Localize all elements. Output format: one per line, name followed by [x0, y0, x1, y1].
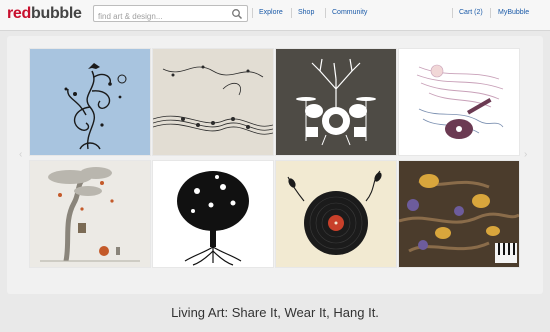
- logo-bubble-text: bubble: [31, 5, 82, 22]
- artwork-tile[interactable]: [153, 161, 273, 267]
- search-input[interactable]: [94, 9, 228, 24]
- music-instrument-tree-artwork: [153, 161, 273, 267]
- artwork-tile[interactable]: [153, 49, 273, 155]
- nav-divider: [325, 8, 326, 18]
- top-header: redbubble Explore Shop Community Cart (2…: [0, 0, 550, 31]
- drum-kit-tree-artwork: [276, 49, 396, 155]
- artwork-tile[interactable]: [399, 49, 519, 155]
- search-box: [93, 5, 248, 24]
- vinyl-record-vine-artwork: [276, 161, 396, 267]
- whimsical-tree-house-artwork: [30, 161, 150, 267]
- nav-divider: [291, 8, 292, 18]
- artwork-tile[interactable]: [30, 49, 150, 155]
- artwork-tile[interactable]: [276, 49, 396, 155]
- nav-divider: [452, 8, 453, 18]
- logo-red-text: red: [7, 5, 31, 22]
- artwork-tile[interactable]: [30, 161, 150, 267]
- site-tagline: Living Art: Share It, Wear It, Hang It.: [171, 305, 379, 320]
- guitars-forest-roots-artwork: [399, 161, 519, 267]
- gallery-next-arrow[interactable]: ›: [524, 149, 527, 160]
- nav-community-link[interactable]: Community: [332, 9, 367, 16]
- nav-shop-link[interactable]: Shop: [298, 9, 314, 16]
- vine-tree-with-bird-artwork: [30, 49, 150, 155]
- redbubble-logo[interactable]: redbubble: [7, 5, 82, 23]
- nav-divider: [490, 8, 491, 18]
- featured-gallery: ‹ ›: [7, 36, 543, 294]
- search-icon[interactable]: [231, 8, 243, 20]
- artwork-tile[interactable]: [399, 161, 519, 267]
- artwork-tile[interactable]: [276, 161, 396, 267]
- nav-divider: [252, 8, 253, 18]
- music-notes-swirl-artwork: [153, 49, 273, 155]
- cart-link[interactable]: Cart (2): [459, 9, 483, 16]
- mybubble-link[interactable]: MyBubble: [498, 9, 529, 16]
- gallery-prev-arrow[interactable]: ‹: [19, 149, 22, 160]
- guitar-girl-hair-artwork: [399, 49, 519, 155]
- nav-explore-link[interactable]: Explore: [259, 9, 283, 16]
